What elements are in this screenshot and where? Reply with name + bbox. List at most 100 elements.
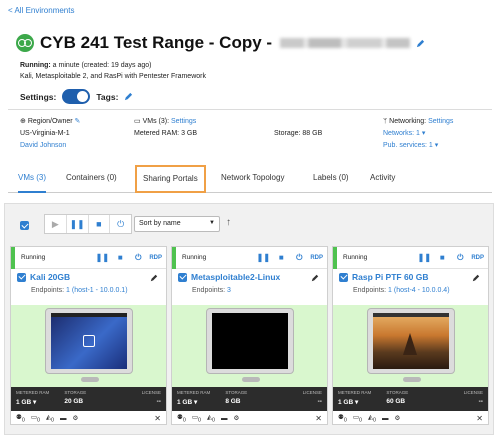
rdp-button[interactable]: RDP bbox=[149, 255, 162, 261]
black-screen-thumbnail bbox=[212, 313, 288, 369]
networking-settings-link[interactable]: Settings bbox=[428, 118, 453, 125]
endpoints-link[interactable]: 1 (host-4 - 10.0.0.4) bbox=[388, 287, 449, 294]
stop-button[interactable]: ■ bbox=[113, 251, 127, 265]
edit-region-icon[interactable]: ✎ bbox=[75, 118, 81, 125]
tab-labels[interactable]: Labels (0) bbox=[313, 163, 349, 193]
owner-link[interactable]: David Johnson bbox=[20, 140, 80, 152]
pause-button[interactable]: ❚❚ bbox=[95, 251, 109, 265]
rdp-button[interactable]: RDP bbox=[310, 255, 323, 261]
endpoints-link[interactable]: 3 bbox=[227, 287, 231, 294]
running-value: a minute (created: 19 days ago) bbox=[52, 62, 152, 69]
rdp-button[interactable]: RDP bbox=[471, 255, 484, 261]
play-button[interactable]: ▶ bbox=[45, 215, 67, 233]
stop-button[interactable]: ■ bbox=[89, 215, 111, 233]
storage-label: STORAGE bbox=[225, 390, 248, 395]
chat-icon[interactable]: ▭0 bbox=[31, 413, 40, 423]
gear-icon[interactable]: ⚙ bbox=[73, 414, 79, 422]
drive-icon[interactable]: ▬ bbox=[382, 415, 389, 422]
gear-icon[interactable]: ⚙ bbox=[234, 414, 240, 422]
ram-label: METERED RAM bbox=[338, 390, 372, 395]
tag-count: 0 bbox=[373, 417, 377, 424]
vm-name[interactable]: Kali 20GB bbox=[30, 272, 70, 282]
sort-select[interactable]: Sort by name ▼ bbox=[134, 216, 220, 232]
close-icon[interactable]: ✕ bbox=[476, 414, 483, 423]
tab-vms[interactable]: VMs (3) bbox=[18, 163, 46, 193]
edit-vm-icon[interactable] bbox=[150, 274, 158, 282]
running-label: Running: bbox=[20, 62, 51, 69]
ram-dropdown[interactable]: 1 GB ▾ bbox=[338, 398, 386, 406]
tab-network-topology[interactable]: Network Topology bbox=[221, 163, 284, 193]
edit-vm-icon[interactable] bbox=[472, 274, 480, 282]
vms-settings-link[interactable]: Settings bbox=[171, 118, 196, 125]
pause-button[interactable]: ❚❚ bbox=[256, 251, 270, 265]
tag-count: 0 bbox=[212, 417, 216, 424]
chevron-down-icon: ▼ bbox=[209, 220, 215, 226]
users-icon[interactable]: ⚉0 bbox=[16, 413, 25, 423]
pause-button[interactable]: ❚❚ bbox=[67, 215, 89, 233]
vm-stats: METERED RAM 1 GB ▾ STORAGE 60 GB LICENSE -- bbox=[333, 387, 488, 411]
networks-dropdown[interactable]: Networks: 1 ▾ bbox=[383, 128, 453, 140]
sort-direction-button[interactable]: ↑ bbox=[226, 217, 231, 228]
power-button[interactable]: ⏻ bbox=[110, 215, 131, 233]
ram-dropdown[interactable]: 1 GB ▾ bbox=[177, 398, 225, 406]
license-value: -- bbox=[478, 398, 483, 405]
tab-activity[interactable]: Activity bbox=[370, 163, 395, 193]
gear-icon[interactable]: ⚙ bbox=[395, 414, 401, 422]
chat-icon[interactable]: ▭0 bbox=[192, 413, 201, 423]
tag-count: 0 bbox=[51, 417, 55, 424]
monitor-stand bbox=[242, 377, 260, 382]
vm-screenshot[interactable] bbox=[172, 305, 327, 387]
close-icon[interactable]: ✕ bbox=[315, 414, 322, 423]
settings-toggle[interactable] bbox=[62, 89, 91, 104]
networking-label: Networking: bbox=[389, 118, 427, 125]
tag-icon[interactable]: ◭0 bbox=[46, 413, 54, 423]
stop-button[interactable]: ■ bbox=[274, 251, 288, 265]
vm-screenshot[interactable] bbox=[11, 305, 166, 387]
edit-title-icon[interactable] bbox=[416, 39, 425, 48]
chat-icon[interactable]: ▭0 bbox=[353, 413, 362, 423]
license-label: LICENSE bbox=[302, 390, 322, 395]
users-icon[interactable]: ⚉0 bbox=[338, 413, 347, 423]
vm-stats: METERED RAM 1 GB ▾ STORAGE 20 GB LICENSE -- bbox=[11, 387, 166, 411]
vm-card: Running ❚❚ ■ ⏻ RDP Kali 20GB Endpoints: … bbox=[10, 246, 167, 425]
drive-icon[interactable]: ▬ bbox=[221, 415, 228, 422]
tag-icon[interactable]: ◭0 bbox=[207, 413, 215, 423]
running-info: Running: a minute (created: 19 days ago) bbox=[20, 62, 152, 69]
pub-services-dropdown[interactable]: Pub. services: 1 ▾ bbox=[383, 140, 453, 152]
endpoints-link[interactable]: 1 (host-1 - 10.0.0.1) bbox=[66, 287, 127, 294]
power-button[interactable]: ⏻ bbox=[292, 251, 306, 265]
settings-row: Settings: Tags: bbox=[20, 89, 133, 104]
close-icon[interactable]: ✕ bbox=[154, 414, 161, 423]
back-link[interactable]: < All Environments bbox=[8, 6, 74, 15]
stop-button[interactable]: ■ bbox=[435, 251, 449, 265]
edit-vm-icon[interactable] bbox=[311, 274, 319, 282]
region-value: US-Virginia-M-1 bbox=[20, 130, 70, 137]
endpoints-label: Endpoints: bbox=[192, 287, 226, 294]
vm-footer: ⚉0 ▭0 ◭0 ▬ ⚙ ✕ bbox=[172, 411, 327, 425]
vm-checkbox[interactable] bbox=[17, 272, 26, 282]
power-button[interactable]: ⏻ bbox=[131, 251, 145, 265]
vm-status-bar: Running ❚❚ ■ ⏻ RDP bbox=[172, 246, 327, 269]
divider bbox=[8, 109, 492, 110]
vm-name[interactable]: Rasp Pi PTF 60 GB bbox=[352, 272, 429, 282]
metered-ram: Metered RAM: 3 GB bbox=[134, 130, 198, 137]
tab-containers[interactable]: Containers (0) bbox=[66, 163, 117, 193]
tab-sharing-portals[interactable]: Sharing Portals bbox=[135, 165, 206, 193]
power-button[interactable]: ⏻ bbox=[453, 251, 467, 265]
users-icon[interactable]: ⚉0 bbox=[177, 413, 186, 423]
vm-checkbox[interactable] bbox=[339, 272, 348, 282]
pause-button[interactable]: ❚❚ bbox=[417, 251, 431, 265]
edit-tags-icon[interactable] bbox=[124, 92, 133, 101]
ram-dropdown[interactable]: 1 GB ▾ bbox=[16, 398, 64, 406]
drive-icon[interactable]: ▬ bbox=[60, 415, 67, 422]
monitor-icon bbox=[367, 308, 455, 374]
monitor-stand bbox=[81, 377, 99, 382]
tag-icon[interactable]: ◭0 bbox=[368, 413, 376, 423]
monitor-icon: ▭ bbox=[134, 118, 141, 125]
endpoints-label: Endpoints: bbox=[353, 287, 387, 294]
vm-name[interactable]: Metasploitable2-Linux bbox=[191, 272, 280, 282]
license-label: LICENSE bbox=[141, 390, 161, 395]
select-all-checkbox[interactable] bbox=[20, 221, 29, 230]
vm-checkbox[interactable] bbox=[178, 272, 187, 282]
vm-screenshot[interactable] bbox=[333, 305, 488, 387]
